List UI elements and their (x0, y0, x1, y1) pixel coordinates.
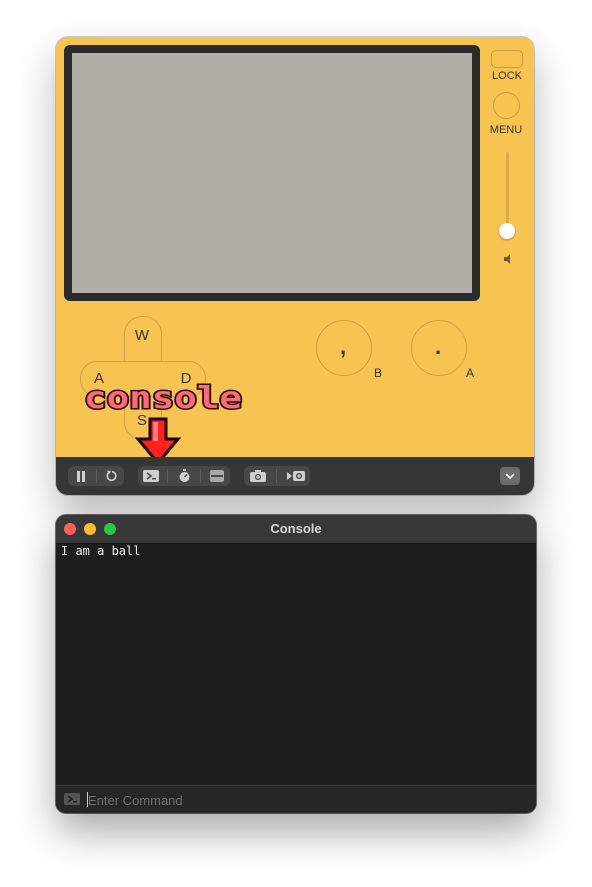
playback-group (68, 466, 124, 486)
a-button-label: A (466, 366, 475, 380)
screenshot-button[interactable] (248, 466, 268, 486)
window-title: Console (270, 521, 322, 536)
lock-label: LOCK (492, 70, 522, 82)
pause-icon (76, 470, 85, 482)
tools-group (138, 466, 230, 486)
capture-group (244, 466, 310, 486)
menu-button[interactable] (493, 92, 520, 119)
device-button[interactable] (207, 466, 227, 486)
lock-button[interactable] (491, 50, 523, 68)
console-annotation-label: console (83, 381, 244, 415)
record-icon (286, 471, 305, 481)
toolbar-separator (167, 469, 168, 483)
record-button[interactable] (286, 466, 306, 486)
chevron-down-icon (505, 472, 515, 479)
speaker-icon (504, 254, 510, 264)
menu-label: MENU (489, 124, 523, 136)
volume-slider-track[interactable] (506, 152, 509, 232)
pause-button[interactable] (71, 466, 91, 486)
console-button[interactable] (141, 466, 161, 486)
b-button-key: , (339, 334, 347, 359)
toolbar-separator (95, 469, 97, 483)
game-screen[interactable] (72, 53, 472, 293)
expand-toolbar-button[interactable] (500, 467, 520, 485)
restart-button[interactable] (102, 466, 122, 486)
console-window: Console I am a ball (56, 515, 536, 813)
device-icon (210, 470, 224, 482)
console-icon (143, 470, 159, 482)
dpad-up-button[interactable]: W (132, 327, 152, 344)
toolbar-separator (276, 469, 278, 483)
console-output: I am a ball (61, 544, 141, 558)
b-button-label: B (374, 366, 383, 380)
restart-icon (105, 470, 117, 482)
a-button-key: . (434, 334, 442, 359)
command-input[interactable] (88, 789, 518, 811)
console-titlebar[interactable]: Console (56, 515, 536, 544)
stopwatch-button[interactable] (174, 466, 194, 486)
command-bar (56, 785, 536, 813)
volume-slider-knob[interactable] (499, 223, 515, 239)
toolbar-separator (200, 469, 201, 483)
camera-icon (250, 470, 267, 482)
terminal-prompt-icon (64, 793, 80, 805)
console-annotation-text: console (84, 381, 242, 415)
playdate-simulator-window: LOCK MENU W A D S , B . A console (56, 37, 534, 495)
simulator-toolbar (56, 457, 534, 495)
stopwatch-icon (179, 469, 189, 482)
